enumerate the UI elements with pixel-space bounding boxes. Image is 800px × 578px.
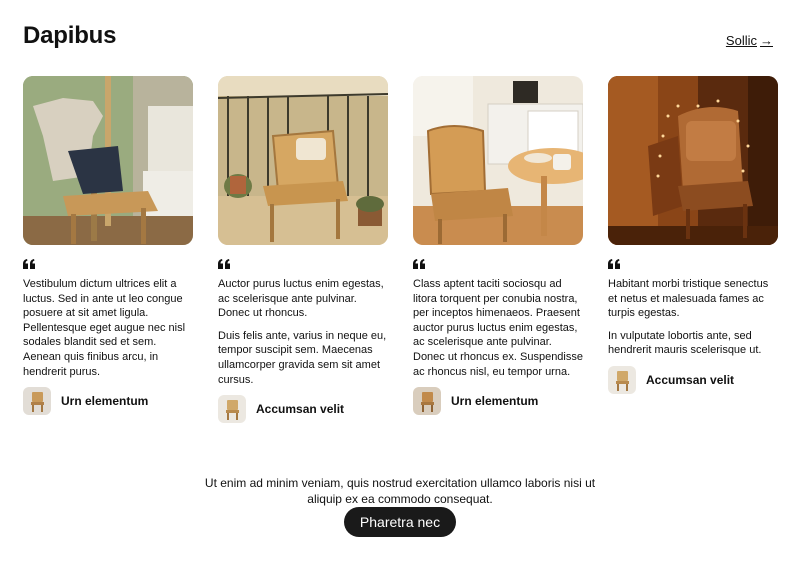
header-link[interactable]: Sollic → (726, 33, 773, 48)
testimonial-paragraph: Auctor purus luctus enim egestas, ac sce… (218, 278, 384, 320)
testimonial-list: Vestibulum dictum ultrices elit a luctus… (23, 76, 778, 424)
testimonial-card: Class aptent taciti sociosqu ad litora t… (413, 76, 583, 423)
testimonial-card: Habitant morbi tristique senectus et net… (608, 76, 778, 423)
testimonial-author: Urn elementum (413, 387, 583, 416)
testimonial-paragraph: Class aptent taciti sociosqu ad litora t… (413, 278, 583, 378)
chair-with-clothes-photo (23, 76, 193, 245)
kitchen-chair-photo (413, 76, 583, 245)
testimonial-author: Urn elementum (23, 387, 193, 416)
testimonial-paragraph: In vulputate lobortis ante, sed hendreri… (608, 329, 762, 357)
testimonial-paragraph: Vestibulum dictum ultrices elit a luctus… (23, 278, 186, 378)
chair-thumbnail-icon (608, 365, 636, 394)
footer-text: Ut enim ad minim veniam, quis nostrud ex… (204, 476, 596, 506)
quote-icon (608, 259, 620, 269)
chair-thumbnail-icon (218, 395, 246, 424)
testimonial-paragraph: Duis felis ante, varius in neque eu, tem… (218, 329, 387, 386)
author-name: Accumsan velit (646, 372, 735, 387)
testimonial-author: Accumsan velit (218, 395, 388, 424)
testimonial-text: Habitant morbi tristique senectus et net… (608, 277, 778, 358)
quote-icon (413, 259, 425, 269)
cta-button[interactable]: Pharetra nec (344, 507, 456, 537)
author-name: Urn elementum (61, 394, 149, 409)
testimonial-card: Auctor purus luctus enim egestas, ac sce… (218, 76, 388, 424)
testimonial-text: Auctor purus luctus enim egestas, ac sce… (218, 277, 388, 387)
arrow-right-icon: → (760, 33, 773, 48)
quote-icon (23, 259, 35, 269)
testimonial-text: Vestibulum dictum ultrices elit a luctus… (23, 277, 193, 379)
testimonial-paragraph: Habitant morbi tristique senectus et net… (608, 278, 769, 320)
chair-thumbnail-icon (23, 387, 51, 416)
chair-fairy-lights-photo (608, 76, 778, 245)
testimonial-author: Accumsan velit (608, 365, 778, 394)
testimonial-text: Class aptent taciti sociosqu ad litora t… (413, 277, 583, 379)
page-title: Dapibus (23, 22, 117, 49)
balcony-chair-photo (218, 76, 388, 245)
quote-icon (218, 259, 230, 269)
author-name: Urn elementum (451, 394, 539, 409)
header-link-label: Sollic (725, 33, 757, 48)
author-name: Accumsan velit (256, 402, 345, 417)
testimonial-card: Vestibulum dictum ultrices elit a luctus… (23, 76, 193, 423)
chair-thumbnail-icon (413, 387, 441, 416)
